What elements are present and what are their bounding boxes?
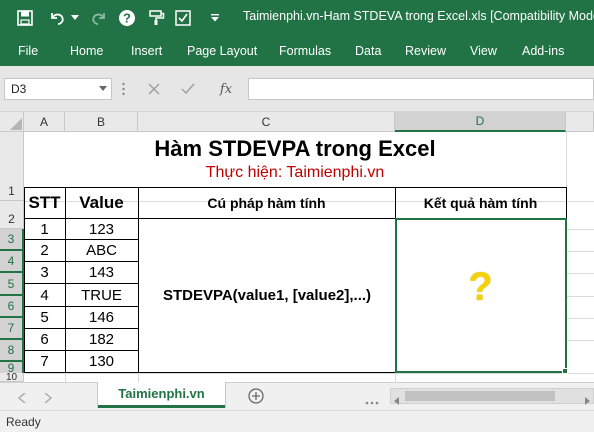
cell-value[interactable]: 182	[65, 329, 138, 350]
cancel-icon[interactable]	[142, 78, 166, 100]
gridline	[65, 373, 66, 382]
name-box-value: D3	[11, 82, 27, 96]
formula-input[interactable]	[248, 78, 594, 100]
scroll-left-icon[interactable]	[17, 390, 26, 408]
row-header-4[interactable]: 4	[0, 251, 24, 273]
tab-file[interactable]: File	[18, 44, 38, 58]
tab-home[interactable]: Home	[70, 44, 103, 58]
row-header-2[interactable]: 2	[0, 201, 24, 229]
gridline	[566, 251, 594, 252]
row-header-5[interactable]: 5	[0, 273, 24, 296]
gridline	[566, 229, 594, 230]
cell-stt[interactable]: 2	[24, 240, 65, 261]
sheet-title: Hàm STDEVPA trong Excel	[154, 136, 436, 161]
chevron-down-icon[interactable]	[99, 86, 107, 91]
gridline	[24, 373, 594, 374]
undo-icon[interactable]	[44, 7, 70, 29]
cell-stt[interactable]: 6	[24, 329, 65, 350]
header-result: Kết quả hàm tính	[423, 195, 538, 211]
header-syntax: Cú pháp hàm tính	[207, 195, 326, 211]
status-bar: Ready	[0, 410, 594, 432]
enter-icon[interactable]	[176, 78, 200, 100]
tab-page-layout[interactable]: Page Layout	[187, 44, 257, 58]
cell-value[interactable]: 130	[65, 351, 138, 372]
scroll-right-icon[interactable]	[44, 390, 53, 408]
cell-stt[interactable]: 7	[24, 351, 65, 372]
row-header-6[interactable]: 6	[0, 296, 24, 318]
cell-stt[interactable]: 4	[24, 284, 65, 306]
sheet-tab-bar: Taimienphi.vn	[0, 382, 594, 410]
column-header-c[interactable]: C	[138, 112, 395, 132]
sheet-subtitle: Thực hiện: Taimienphi.vn	[205, 164, 385, 181]
tab-formulas[interactable]: Formulas	[279, 44, 331, 58]
gridline	[395, 373, 396, 382]
cell-value[interactable]: 146	[65, 307, 138, 328]
gridline	[138, 373, 139, 382]
gridline	[566, 318, 594, 319]
customize-icon[interactable]	[208, 7, 222, 29]
svg-text:?: ?	[123, 11, 131, 26]
column-header-a[interactable]: A	[24, 112, 65, 132]
redo-icon[interactable]	[88, 7, 110, 29]
formula-bar-grip-icon[interactable]	[122, 80, 125, 98]
scroll-right-arrow-icon[interactable]	[583, 392, 591, 410]
undo-dropdown-icon[interactable]	[70, 7, 80, 29]
syntax-cell[interactable]: STDEVPA(value1, [value2],...)	[139, 219, 395, 372]
cell-stt[interactable]: 1	[24, 219, 65, 239]
cell-value[interactable]: TRUE	[65, 284, 138, 306]
cell-value[interactable]: ABC	[65, 240, 138, 261]
title-bar: ? Taimienphi.vn-Ham STDEVA trong Excel.x…	[0, 0, 594, 36]
ribbon-tabs: File Home Insert Page Layout Formulas Da…	[0, 36, 594, 66]
tab-insert[interactable]: Insert	[131, 44, 162, 58]
gridline	[566, 296, 594, 297]
format-painter-icon[interactable]	[146, 7, 168, 29]
scroll-left-arrow-icon[interactable]	[393, 392, 401, 410]
cell-stt[interactable]: 3	[24, 262, 65, 283]
column-header-d[interactable]: D	[395, 112, 566, 132]
select-all-corner[interactable]	[0, 112, 24, 132]
cell-value[interactable]: 143	[65, 262, 138, 283]
window-title: Taimienphi.vn-Ham STDEVA trong Excel.xls…	[243, 9, 594, 23]
scrollbar-thumb[interactable]	[405, 391, 555, 401]
row-header-3[interactable]: 3	[0, 229, 24, 251]
horizontal-scrollbar[interactable]	[390, 388, 594, 405]
insert-function-button[interactable]: fx	[212, 78, 240, 100]
sheet-tab-taimienphi[interactable]: Taimienphi.vn	[98, 382, 225, 408]
tab-data[interactable]: Data	[355, 44, 381, 58]
worksheet-grid[interactable]: A B C D 1 2 3 4 5 6 7 8 10 9 Hàm STDEVPA…	[0, 112, 594, 382]
row-header-7[interactable]: 7	[0, 318, 24, 340]
fx-icon: fx	[219, 81, 233, 97]
row-header-9-label: 9	[0, 361, 24, 375]
question-mark: ?	[468, 264, 493, 309]
tab-review[interactable]: Review	[405, 44, 446, 58]
gridline	[566, 340, 594, 341]
save-icon[interactable]	[14, 7, 36, 29]
plus-circle-icon[interactable]	[248, 388, 264, 409]
row-header-1[interactable]: 1	[0, 132, 24, 201]
status-ready: Ready	[6, 415, 41, 429]
tab-add-ins[interactable]: Add-ins	[522, 44, 564, 58]
name-box[interactable]: D3	[4, 78, 112, 100]
cell-stt[interactable]: 5	[24, 307, 65, 328]
row-header-8[interactable]: 8	[0, 340, 24, 362]
column-header-b[interactable]: B	[65, 112, 138, 132]
more-options-icon[interactable]	[365, 392, 379, 410]
tab-view[interactable]: View	[470, 44, 497, 58]
formula-bar: D3 fx	[0, 66, 594, 112]
fill-handle[interactable]	[562, 368, 568, 374]
header-stt: STT	[28, 193, 61, 212]
column-header-e[interactable]	[566, 112, 594, 132]
cell-value[interactable]: 123	[65, 219, 138, 239]
check-icon[interactable]	[172, 7, 194, 29]
gridline	[566, 273, 594, 274]
help-icon[interactable]: ?	[116, 7, 138, 29]
header-value: Value	[79, 193, 124, 212]
